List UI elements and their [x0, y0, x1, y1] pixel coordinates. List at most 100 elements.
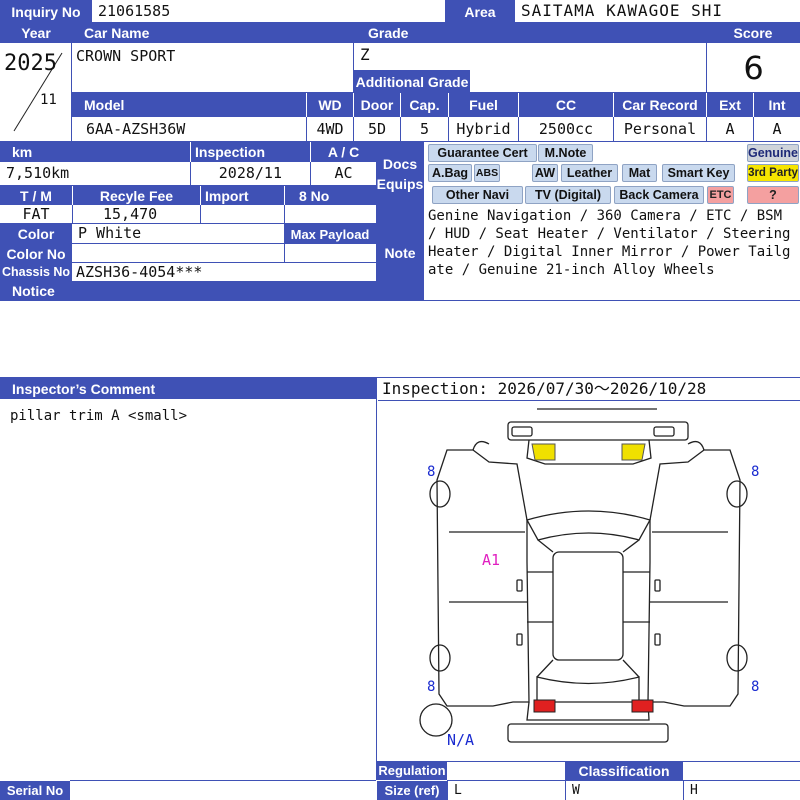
- cc-value: 2500cc: [518, 117, 613, 142]
- rear-bumper: [507, 723, 669, 743]
- car-record-value: Personal: [613, 117, 706, 142]
- km-value: 7,510km: [0, 162, 190, 186]
- note-value: Genine Navigation / 360 Camera / ETC / B…: [428, 208, 791, 278]
- ac-value: AC: [310, 162, 376, 186]
- recycle-fee-label: Recyle Fee: [72, 186, 200, 205]
- equip-leather: Leather: [561, 164, 618, 182]
- wd-label: WD: [306, 93, 353, 117]
- cap-value: 5: [400, 117, 448, 142]
- inquiry-no-label: Inquiry No: [0, 0, 92, 23]
- area-label: Area: [445, 0, 515, 23]
- inspection-label: Inspection: [190, 142, 310, 162]
- model-label: Model: [72, 93, 306, 117]
- notice-value: [0, 300, 800, 378]
- max-payload-value: [284, 244, 376, 263]
- year-block: 2025 11: [0, 43, 72, 142]
- car-record-label: Car Record: [613, 93, 706, 117]
- model-value: 6AA-AZSH36W: [72, 117, 306, 142]
- inspectors-comment-value: pillar trim A <small>: [10, 408, 188, 424]
- import-label: Import: [200, 186, 284, 205]
- import-value: [200, 205, 284, 224]
- eight-no-label: 8 No: [284, 186, 376, 205]
- score-label: Score: [706, 23, 800, 43]
- windshield: [526, 510, 651, 541]
- color-value: P White: [72, 224, 284, 244]
- regulation-label: Regulation: [377, 761, 447, 780]
- equip-genuine: Genuine: [747, 144, 799, 162]
- docs-label: Docs: [382, 155, 418, 172]
- tm-value: FAT: [0, 205, 72, 224]
- damage-code-a1: A1: [482, 551, 500, 569]
- eight-no-value: [284, 205, 376, 224]
- area-value: SAITAMA KAWAGOE SHI: [515, 0, 800, 23]
- equips-label: Equips: [376, 175, 424, 192]
- inspection-value: 2028/11: [190, 162, 310, 186]
- serial-no-value: [70, 780, 376, 800]
- month-value: 11: [40, 93, 57, 107]
- taillight-right: [631, 699, 654, 713]
- classification-value: [683, 761, 800, 780]
- fuel-label: Fuel: [448, 93, 518, 117]
- equip-aw: AW: [532, 164, 558, 182]
- equipment-grid: Guarantee Cert M.Note Genuine A.Bag ABS …: [424, 142, 800, 205]
- size-length: L: [447, 780, 565, 800]
- equip-third-party: 3rd Party: [747, 164, 799, 182]
- notice-label: Notice: [0, 282, 376, 300]
- chassis-no-value: AZSH36-4054***: [72, 263, 376, 282]
- max-payload-label: Max Payload: [284, 224, 376, 244]
- inspectors-comment-label: Inspector’s Comment: [0, 378, 376, 399]
- classification-label: Classification: [565, 761, 683, 780]
- equip-question: ?: [747, 186, 799, 204]
- inspection-period: Inspection: 2026/07/30〜2026/10/28: [378, 378, 800, 401]
- docs-equips-label: Docs Equips: [376, 142, 424, 205]
- equip-m-note: M.Note: [538, 144, 593, 162]
- equip-guarantee-cert: Guarantee Cert: [428, 144, 537, 162]
- color-no-label: Color No: [0, 244, 72, 263]
- chassis-no-label: Chassis No: [0, 263, 72, 282]
- headlight-right: [621, 443, 646, 461]
- equip-back-camera: Back Camera: [614, 186, 704, 204]
- grade-label: Grade: [354, 23, 706, 43]
- taillight-left: [533, 699, 556, 713]
- ext-label: Ext: [706, 93, 753, 117]
- tire-front-right: 8: [751, 464, 759, 480]
- door-value: 5D: [353, 117, 400, 142]
- equip-tv-digital: TV (Digital): [525, 186, 611, 204]
- tm-label: T / M: [0, 186, 72, 205]
- car-name-label: Car Name: [72, 23, 354, 43]
- size-height: H: [683, 780, 800, 800]
- car-name-value: CROWN SPORT: [72, 43, 354, 93]
- tire-rear-left: 8: [427, 679, 435, 695]
- left-side-panel: [436, 449, 530, 707]
- cap-label: Cap.: [400, 93, 448, 117]
- equip-abs: ABS: [474, 164, 500, 182]
- rear-window: [536, 676, 640, 703]
- equip-other-navi: Other Navi: [432, 186, 523, 204]
- headlight-left: [531, 443, 556, 461]
- front-bumper: [507, 421, 689, 441]
- equip-etc: ETC: [707, 186, 734, 204]
- cc-label: CC: [518, 93, 613, 117]
- regulation-value: [447, 761, 565, 780]
- size-width: W: [565, 780, 683, 800]
- ext-value: A: [706, 117, 753, 142]
- serial-no-label: Serial No: [0, 781, 70, 800]
- auction-sheet: Inquiry No 21061585 Area SAITAMA KAWAGOE…: [0, 0, 800, 800]
- int-label: Int: [753, 93, 800, 117]
- right-side-panel: [647, 449, 741, 707]
- score-value: 6: [706, 43, 800, 93]
- tire-front-left: 8: [427, 464, 435, 480]
- year-label: Year: [0, 23, 72, 43]
- spare-tire-status: N/A: [447, 731, 474, 749]
- recycle-fee-value: 15,470: [72, 205, 200, 224]
- tire-rear-right: 8: [751, 679, 759, 695]
- wd-value: 4WD: [306, 117, 353, 142]
- int-value: A: [753, 117, 800, 142]
- grade-value: Z: [360, 45, 370, 64]
- additional-grade-value: [470, 70, 706, 93]
- ac-label: A / C: [310, 142, 376, 162]
- size-ref-label: Size (ref): [377, 781, 447, 800]
- km-label: km: [0, 142, 190, 162]
- roof: [552, 551, 624, 661]
- door-label: Door: [353, 93, 400, 117]
